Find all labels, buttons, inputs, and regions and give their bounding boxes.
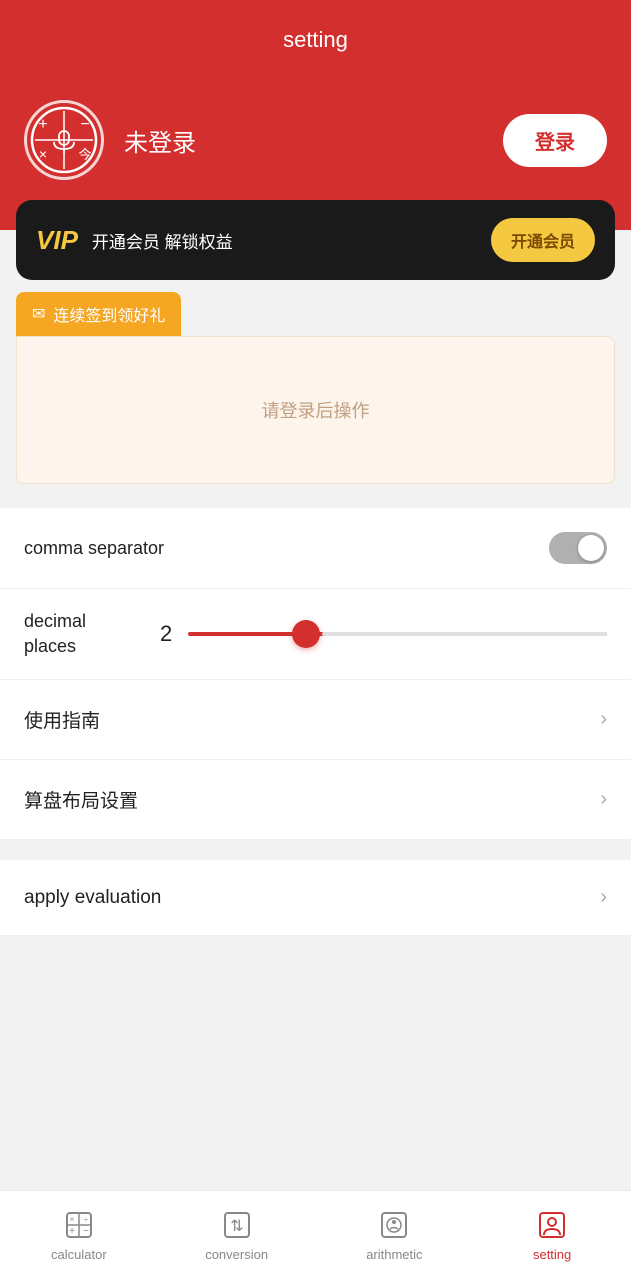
svg-text:×: × <box>70 1215 75 1224</box>
login-status: 未登录 <box>124 123 483 158</box>
comma-separator-label: comma separator <box>24 538 549 559</box>
comma-separator-toggle[interactable] <box>549 532 607 564</box>
app-logo: + − × 今 <box>24 100 104 180</box>
chevron-icon-abacus: › <box>600 788 607 811</box>
abacus-label: 算盘布局设置 <box>24 786 600 813</box>
slider-track-red <box>188 632 607 636</box>
setting-icon <box>536 1209 568 1241</box>
nav-label-conversion: conversion <box>205 1247 268 1262</box>
checkin-banner-text: 连续签到领好礼 <box>53 302 165 326</box>
checkin-body: 请登录后操作 <box>16 336 615 484</box>
slider-track-gray <box>322 632 607 636</box>
arithmetic-icon <box>378 1209 410 1241</box>
svg-text:÷: ÷ <box>84 1215 89 1224</box>
settings-section: comma separator decimal places 2 <box>0 508 631 680</box>
vip-label: VIP <box>36 225 78 256</box>
chevron-icon-guide: › <box>600 708 607 731</box>
logo-svg: + − × 今 <box>29 105 99 175</box>
checkin-banner[interactable]: ✉ 连续签到领好礼 <box>16 292 181 336</box>
checkin-hint: 请登录后操作 <box>262 401 370 421</box>
nav-label-setting: setting <box>533 1247 571 1262</box>
nav-item-conversion[interactable]: ⇅ conversion <box>158 1191 316 1280</box>
vip-card: VIP 开通会员 解锁权益 开通会员 <box>16 200 615 280</box>
svg-text:今: 今 <box>78 147 91 162</box>
calculator-icon: × ÷ + − <box>63 1209 95 1241</box>
apply-evaluation-row[interactable]: apply evaluation › <box>0 860 631 936</box>
apply-evaluation-section: apply evaluation › <box>0 860 631 936</box>
nav-item-setting[interactable]: setting <box>473 1191 631 1280</box>
nav-label-calculator: calculator <box>51 1247 107 1262</box>
svg-text:⇅: ⇅ <box>230 1218 243 1235</box>
menu-row-abacus[interactable]: 算盘布局设置 › <box>0 760 631 840</box>
envelope-icon: ✉ <box>32 304 45 324</box>
comma-separator-row: comma separator <box>0 508 631 589</box>
vip-description: 开通会员 解锁权益 <box>92 228 233 253</box>
svg-text:−: − <box>80 116 89 133</box>
decimal-places-label: decimal places <box>24 609 144 659</box>
svg-text:+: + <box>69 1226 75 1237</box>
page-title: setting <box>283 27 348 53</box>
slider-knob <box>292 620 320 648</box>
svg-text:−: − <box>83 1226 89 1237</box>
vip-left: VIP 开通会员 解锁权益 <box>36 225 233 256</box>
menu-row-guide[interactable]: 使用指南 › <box>0 680 631 760</box>
svg-text:+: + <box>38 116 47 133</box>
svg-text:×: × <box>39 146 47 162</box>
decimal-places-value: 2 <box>160 621 172 647</box>
app-header: setting <box>0 0 631 80</box>
menu-section: 使用指南 › 算盘布局设置 › <box>0 680 631 840</box>
conversion-icon: ⇅ <box>221 1209 253 1241</box>
guide-label: 使用指南 <box>24 706 600 733</box>
decimal-places-row: decimal places 2 <box>0 589 631 680</box>
login-button[interactable]: 登录 <box>503 114 607 167</box>
decimal-places-slider[interactable] <box>188 616 607 652</box>
checkin-section: ✉ 连续签到领好礼 请登录后操作 <box>16 292 615 484</box>
chevron-icon-apply: › <box>600 886 607 909</box>
nav-label-arithmetic: arithmetic <box>366 1247 422 1262</box>
bottom-nav: × ÷ + − calculator ⇅ conversion arithmet… <box>0 1190 631 1280</box>
apply-evaluation-label: apply evaluation <box>24 887 600 909</box>
nav-item-calculator[interactable]: × ÷ + − calculator <box>0 1191 158 1280</box>
toggle-knob <box>578 535 604 561</box>
nav-item-arithmetic[interactable]: arithmetic <box>316 1191 474 1280</box>
vip-subscribe-button[interactable]: 开通会员 <box>491 218 595 262</box>
